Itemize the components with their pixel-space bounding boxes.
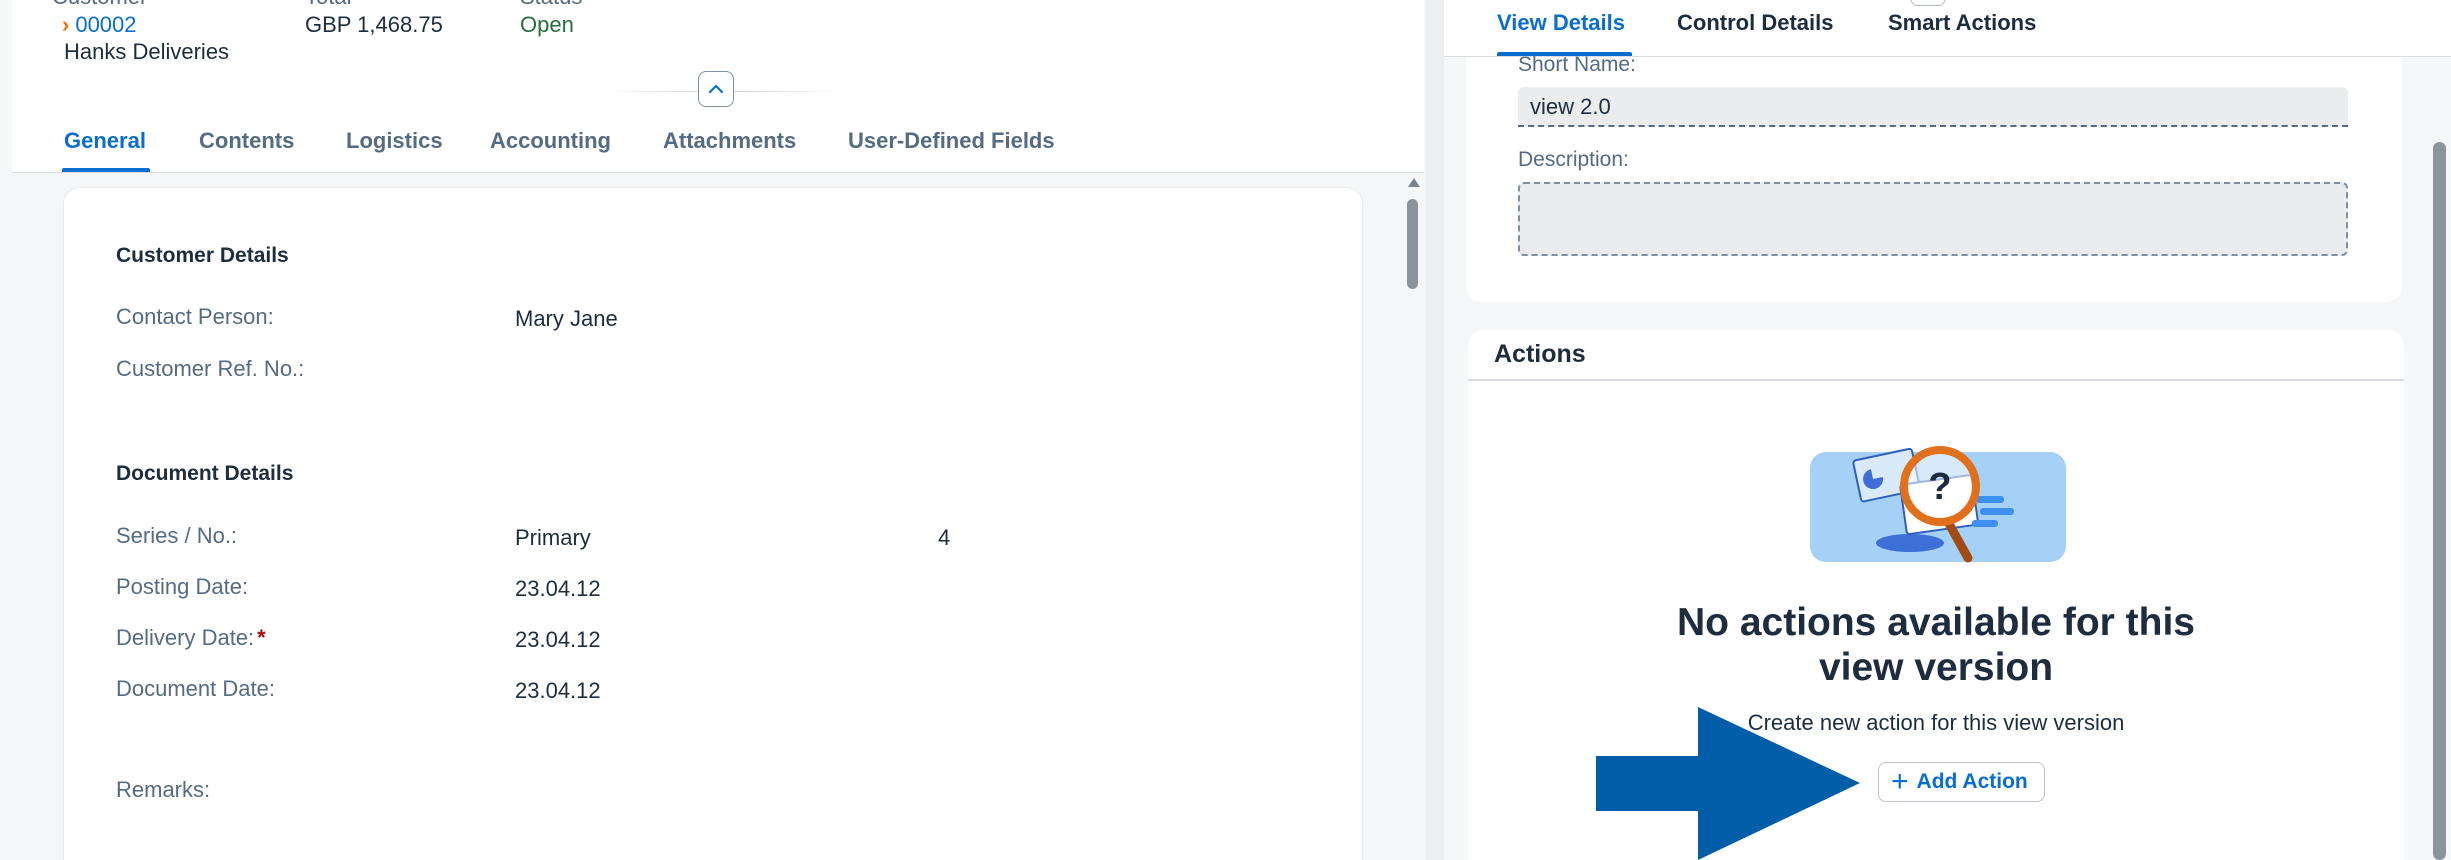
required-indicator: * (257, 625, 266, 650)
posting-date-label: Posting Date: (116, 574, 249, 599)
tab-general[interactable]: General (62, 124, 150, 172)
collapse-header-button[interactable] (698, 71, 734, 107)
settings-tabbar: View Details Control Details Smart Actio… (1444, 0, 2451, 57)
add-action-button[interactable]: + Add Action (1878, 762, 2045, 802)
plus-icon: + (1891, 765, 1909, 798)
series-label: Series / No.: (116, 523, 238, 548)
tab-accounting[interactable]: Accounting (490, 124, 611, 172)
posting-date-value: 23.04.12 (515, 576, 601, 601)
magnifier-question-illustration: ? (1810, 446, 2066, 563)
empty-state-title-line2: view version (1818, 646, 2054, 689)
pane-separator[interactable] (1426, 0, 1444, 860)
vertical-scrollbar[interactable] (1405, 173, 1420, 860)
tab-logistics[interactable]: Logistics (346, 124, 443, 172)
chevron-right-icon: › (62, 12, 70, 37)
customer-details-title: Customer Details (116, 244, 289, 267)
scroll-up-arrow-icon[interactable] (1408, 178, 1420, 187)
status-label: Status (520, 0, 582, 10)
document-date-label: Document Date: (116, 676, 275, 701)
short-name-input[interactable]: view 2.0 (1518, 87, 2348, 127)
empty-state-title-line1: No actions available for this (1677, 601, 2195, 644)
document-date-value: 23.04.12 (515, 678, 601, 703)
short-name-label: Short Name: (1518, 53, 1636, 76)
actions-divider (1468, 379, 2404, 381)
tab-view-details[interactable]: View Details (1497, 10, 1625, 36)
empty-state-title: No actions available for this view versi… (1468, 600, 2404, 690)
description-label: Description: (1518, 148, 1629, 171)
delivery-date-label: Delivery Date: * (116, 625, 266, 651)
add-action-label: Add Action (1916, 770, 2028, 793)
general-section-scroll: Customer Details Contact Person: Mary Ja… (12, 173, 1424, 860)
series-number: 4 (938, 525, 951, 550)
document-details-title: Document Details (116, 462, 294, 485)
chevron-up-icon (708, 84, 724, 94)
customer-label: Customer (52, 0, 147, 10)
object-header: Customer Total Status ›00002 Hanks Deliv… (12, 0, 1424, 173)
svg-text:?: ? (1928, 466, 1951, 508)
series-value: Primary (515, 525, 591, 550)
panel-handle[interactable] (1910, 0, 1946, 6)
delivery-date-value: 23.04.12 (515, 627, 601, 652)
customer-name: Hanks Deliveries (64, 39, 230, 64)
contact-person-label: Contact Person: (116, 304, 274, 329)
customer-code[interactable]: 00002 (75, 12, 136, 37)
view-details-card: Short Name: view 2.0 Description: (1466, 53, 2402, 302)
total-value: GBP 1,468.75 (305, 12, 443, 37)
tab-user-defined-fields[interactable]: User-Defined Fields (848, 124, 1055, 172)
contact-person-value: Mary Jane (515, 306, 618, 331)
description-input[interactable] (1518, 182, 2348, 256)
customer-code-link[interactable]: › 00002 (62, 12, 137, 38)
tab-attachments[interactable]: Attachments (663, 124, 796, 172)
pointer-arrow-icon (1596, 707, 1860, 860)
delivery-date-label-text: Delivery Date: (116, 625, 255, 650)
tab-control-details[interactable]: Control Details (1677, 10, 1833, 36)
settings-scrollbar-thumb[interactable] (2433, 142, 2446, 860)
tab-smart-actions[interactable]: Smart Actions (1888, 10, 2036, 36)
actions-title: Actions (1494, 340, 1586, 368)
scrollbar-thumb[interactable] (1407, 199, 1418, 289)
object-page: Customer Total Status ›00002 Hanks Deliv… (12, 0, 1424, 860)
total-label: Total (305, 0, 351, 10)
status-value: Open (520, 12, 574, 37)
remarks-label: Remarks: (116, 777, 211, 802)
general-card: Customer Details Contact Person: Mary Ja… (64, 188, 1362, 860)
tab-contents[interactable]: Contents (199, 124, 294, 172)
customer-ref-label: Customer Ref. No.: (116, 356, 305, 381)
